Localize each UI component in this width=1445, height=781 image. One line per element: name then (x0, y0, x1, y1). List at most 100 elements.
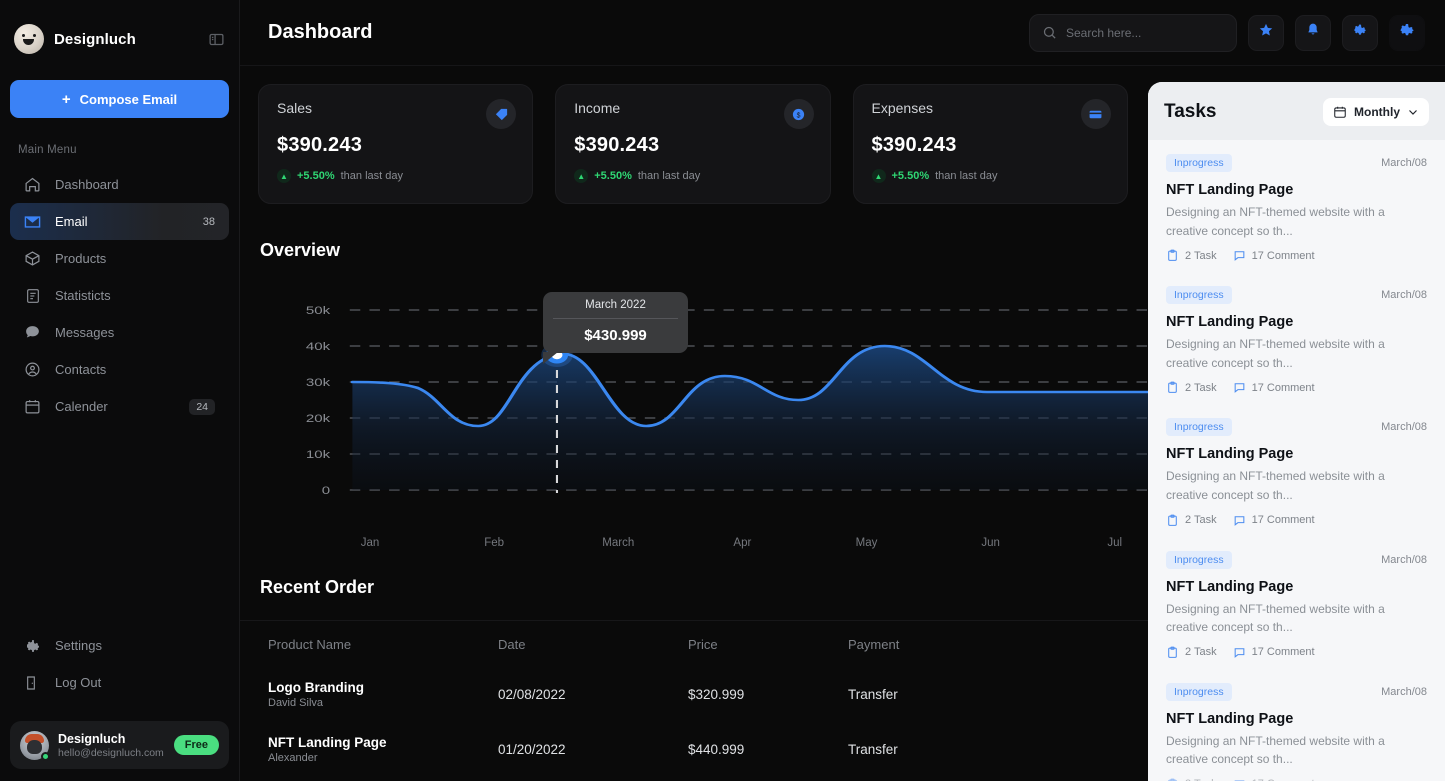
comment-count: 17 Comment (1233, 646, 1315, 659)
cell-price: $440.999 (688, 742, 745, 757)
stat-delta-suffix: than last day (637, 170, 701, 182)
tasks-list[interactable]: Inprogress March/08 NFT Landing Page Des… (1148, 140, 1445, 781)
compose-email-label: Compose Email (79, 91, 178, 107)
home-icon (24, 176, 41, 193)
task-meta: 2 Task 17 Comment (1166, 381, 1427, 394)
main-menu-label: Main Menu (18, 144, 77, 156)
sidebar-item-badge: 24 (189, 398, 215, 415)
clipboard-icon (1166, 646, 1179, 659)
search-box[interactable] (1029, 13, 1237, 52)
svg-text:0: 0 (322, 484, 330, 497)
x-tick-label: Feb (484, 537, 505, 549)
tasks-header: Tasks Monthly (1148, 82, 1445, 140)
arrow-up-icon: ▲ (871, 169, 886, 183)
task-title: NFT Landing Page (1166, 578, 1294, 595)
list-item[interactable]: Inprogress March/08 NFT Landing Page Des… (1148, 140, 1445, 272)
comment-icon (1233, 249, 1246, 262)
task-date: March/08 (1381, 289, 1427, 302)
app-settings-button[interactable] (1389, 14, 1425, 51)
brand-name: Designluch (54, 30, 136, 48)
sidebar-item-email[interactable]: Email 38 (10, 203, 229, 240)
task-count-label: 2 Task (1185, 514, 1217, 527)
sidebar-item-statisticts[interactable]: Statisticts (10, 277, 229, 314)
svg-text:40k: 40k (306, 340, 331, 353)
task-title: NFT Landing Page (1166, 710, 1294, 727)
product-name: NFT Landing Page (268, 735, 387, 750)
sidebar-bottom-nav: Settings Log Out (0, 627, 239, 711)
arrow-up-icon: ▲ (574, 169, 589, 183)
plan-badge: Free (173, 735, 219, 755)
stat-value: $390.243 (574, 134, 660, 156)
task-count: 2 Task (1166, 249, 1217, 262)
comment-count: 17 Comment (1233, 249, 1315, 262)
topbar-actions (1029, 13, 1425, 52)
task-meta: 2 Task 17 Comment (1166, 249, 1427, 262)
chart-tooltip-value: $430.999 (584, 327, 647, 344)
compose-email-button[interactable]: + Compose Email (10, 80, 229, 118)
favorites-button[interactable] (1248, 14, 1284, 51)
star-icon (1258, 22, 1274, 43)
product-name: Logo Branding (268, 680, 364, 695)
task-description: Designing an NFT-themed website with a c… (1166, 205, 1385, 238)
sidebar: Designluch + Compose Email Main Menu Das… (0, 0, 240, 781)
sidebar-profile-card[interactable]: Designluch hello@designluch.com Free (10, 721, 229, 769)
stat-title: Sales (277, 100, 313, 116)
task-top-row: Inprogress March/08 (1166, 682, 1427, 701)
comment-count: 17 Comment (1233, 381, 1315, 394)
bell-icon (1305, 22, 1321, 43)
panel-collapse-icon[interactable] (208, 31, 225, 48)
profile-email: hello@designluch.com (58, 746, 164, 759)
x-tick-label: Jun (981, 537, 1000, 549)
sidebar-item-label: Messages (55, 325, 115, 340)
task-title: NFT Landing Page (1166, 446, 1294, 463)
sidebar-item-messages[interactable]: Messages (10, 314, 229, 351)
user-circle-icon (24, 361, 41, 378)
sidebar-item-settings[interactable]: Settings (10, 627, 229, 664)
main-area: Dashboard Search here... Sales $390.243 … (240, 0, 1445, 781)
comment-icon (1233, 514, 1246, 527)
task-top-row: Inprogress March/08 (1166, 550, 1427, 569)
svg-text:$: $ (797, 112, 801, 119)
task-count-label: 2 Task (1185, 249, 1217, 262)
sidebar-item-logout[interactable]: Log Out (10, 664, 229, 701)
comment-icon (1233, 646, 1246, 659)
list-item[interactable]: Inprogress March/08 NFT Landing Page Des… (1148, 669, 1445, 781)
svg-text:10k: 10k (306, 448, 331, 461)
list-item[interactable]: Inprogress March/08 NFT Landing Page Des… (1148, 404, 1445, 536)
list-item[interactable]: Inprogress March/08 NFT Landing Page Des… (1148, 537, 1445, 669)
envelope-icon (24, 213, 41, 230)
comment-count-label: 17 Comment (1251, 381, 1315, 394)
settings-button[interactable] (1342, 14, 1378, 51)
search-input[interactable] (1066, 25, 1224, 40)
page-title: Dashboard (268, 21, 373, 43)
stat-delta: ▲ +5.50% than last day (574, 169, 811, 183)
sidebar-item-dashboard[interactable]: Dashboard (10, 166, 229, 203)
chat-icon (24, 324, 41, 341)
gear-icon (1398, 21, 1416, 44)
sidebar-item-label: Dashboard (55, 177, 119, 192)
stat-delta-pct: +5.50% (297, 170, 335, 182)
tasks-panel: Tasks Monthly Inprogress March/08 NFT La… (1148, 82, 1445, 781)
task-count: 2 Task (1166, 381, 1217, 394)
notifications-button[interactable] (1295, 14, 1331, 51)
task-date: March/08 (1381, 421, 1427, 434)
sidebar-item-products[interactable]: Products (10, 240, 229, 277)
task-description: Designing an NFT-themed website with a c… (1166, 469, 1385, 502)
task-top-row: Inprogress March/08 (1166, 154, 1427, 172)
tasks-filter-dropdown[interactable]: Monthly (1323, 98, 1429, 126)
profile-info: Designluch hello@designluch.com (58, 732, 174, 759)
sidebar-item-label: Contacts (55, 362, 107, 377)
task-top-row: Inprogress March/08 (1166, 286, 1427, 305)
stat-delta: ▲ +5.50% than last day (277, 169, 514, 183)
stat-value: $390.243 (277, 134, 363, 156)
list-item[interactable]: Inprogress March/08 NFT Landing Page Des… (1148, 272, 1445, 404)
chart-tooltip: March 2022 $430.999 (543, 292, 688, 364)
sidebar-item-contacts[interactable]: Contacts (10, 351, 229, 388)
plus-icon: + (61, 90, 71, 108)
comment-icon (1233, 381, 1246, 394)
sidebar-item-calender[interactable]: Calender 24 (10, 388, 229, 425)
status-badge: Inprogress (1166, 682, 1232, 701)
task-title: NFT Landing Page (1166, 182, 1294, 198)
task-date: March/08 (1381, 157, 1427, 169)
credit-card-icon (1080, 99, 1111, 129)
